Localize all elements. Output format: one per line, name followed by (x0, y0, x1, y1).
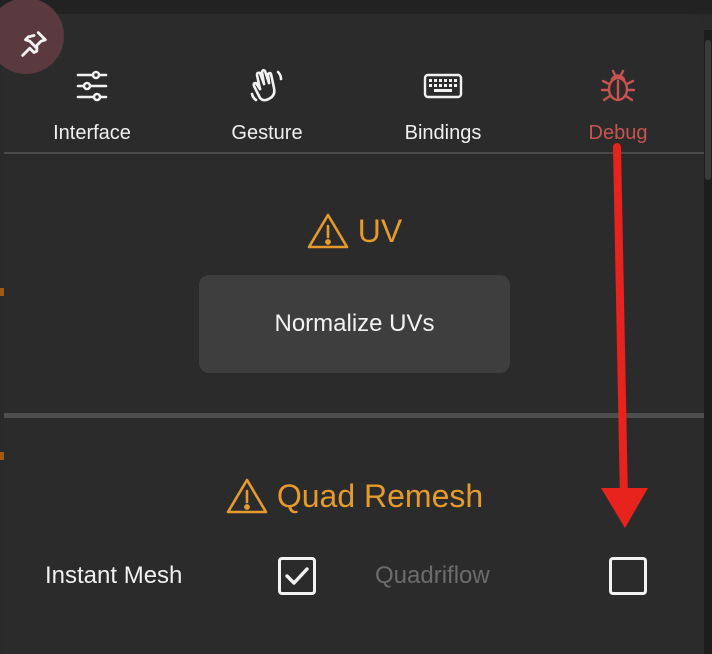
normalize-uvs-button[interactable]: Normalize UVs (199, 275, 510, 373)
instant-mesh-label: Instant Mesh (45, 562, 183, 589)
scrollbar-thumb[interactable] (705, 40, 711, 180)
checkmark-icon (285, 567, 309, 585)
top-strip (0, 0, 712, 14)
divider (4, 413, 704, 418)
quadriflow-label: Quadriflow (375, 562, 490, 589)
uv-section-title: UV (4, 208, 704, 254)
tab-label: Interface (53, 122, 131, 144)
tab-interface[interactable]: Interface (12, 30, 172, 150)
sliders-icon (12, 66, 172, 106)
tab-debug[interactable]: Debug (538, 30, 698, 150)
waving-hand-icon (187, 66, 347, 106)
tab-label: Debug (588, 122, 648, 144)
warning-icon (226, 478, 268, 514)
divider (4, 152, 704, 154)
quad-remesh-section-title: Quad Remesh (4, 473, 704, 519)
tab-label: Gesture (231, 122, 303, 144)
instant-mesh-checkbox[interactable] (278, 557, 316, 595)
scrollbar[interactable] (704, 30, 712, 654)
warning-icon (307, 213, 349, 249)
tab-gesture[interactable]: Gesture (187, 30, 347, 150)
bug-icon (538, 66, 698, 106)
section-title-text: UV (357, 212, 403, 249)
section-title-text: Quad Remesh (276, 477, 484, 514)
keyboard-icon (363, 66, 523, 106)
quadriflow-checkbox[interactable] (609, 557, 647, 595)
tab-label: Bindings (404, 122, 482, 144)
tab-bindings[interactable]: Bindings (363, 30, 523, 150)
